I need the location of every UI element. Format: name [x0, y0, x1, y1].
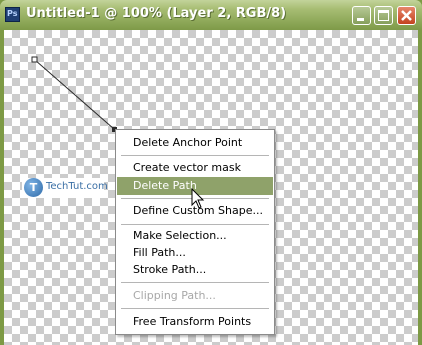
menu-item-stroke-path[interactable]: Stroke Path...: [117, 261, 273, 279]
path-segment[interactable]: [34, 59, 115, 130]
techtut-watermark: T TechTut.com: [22, 178, 108, 198]
document-window: Ps Untitled-1 @ 100% (Layer 2, RGB/8) T …: [0, 0, 422, 345]
watermark-text: TechTut.com: [46, 181, 108, 192]
menu-item-clipping-path: Clipping Path...: [133, 289, 216, 302]
menu-item-make-selection[interactable]: Make Selection...: [117, 227, 273, 245]
techtut-logo-icon: T: [24, 178, 43, 197]
menu-separator: [121, 155, 269, 156]
close-icon: [401, 10, 412, 21]
path-context-menu: Delete Anchor Point Create vector mask D…: [115, 129, 275, 335]
title-bar[interactable]: Ps Untitled-1 @ 100% (Layer 2, RGB/8): [0, 0, 422, 30]
window-title: Untitled-1 @ 100% (Layer 2, RGB/8): [26, 6, 287, 21]
photoshop-app-icon[interactable]: Ps: [5, 7, 20, 22]
menu-item-delete-anchor-point[interactable]: Delete Anchor Point: [117, 134, 273, 152]
menu-separator: [121, 308, 269, 309]
anchor-point-start[interactable]: [31, 56, 38, 63]
menu-item-create-vector-mask[interactable]: Create vector mask: [117, 159, 273, 177]
minimize-icon: [357, 18, 364, 21]
menu-separator: [121, 224, 269, 225]
minimize-button[interactable]: [352, 6, 371, 25]
mouse-pointer-icon: [191, 188, 205, 209]
close-button[interactable]: [397, 6, 416, 25]
maximize-button[interactable]: [374, 6, 393, 25]
menu-separator: [121, 282, 269, 283]
app-icon-label: Ps: [7, 9, 18, 18]
menu-item-fill-path[interactable]: Fill Path...: [117, 244, 273, 262]
maximize-icon: [378, 10, 389, 21]
menu-item-free-transform-points[interactable]: Free Transform Points: [117, 313, 273, 331]
